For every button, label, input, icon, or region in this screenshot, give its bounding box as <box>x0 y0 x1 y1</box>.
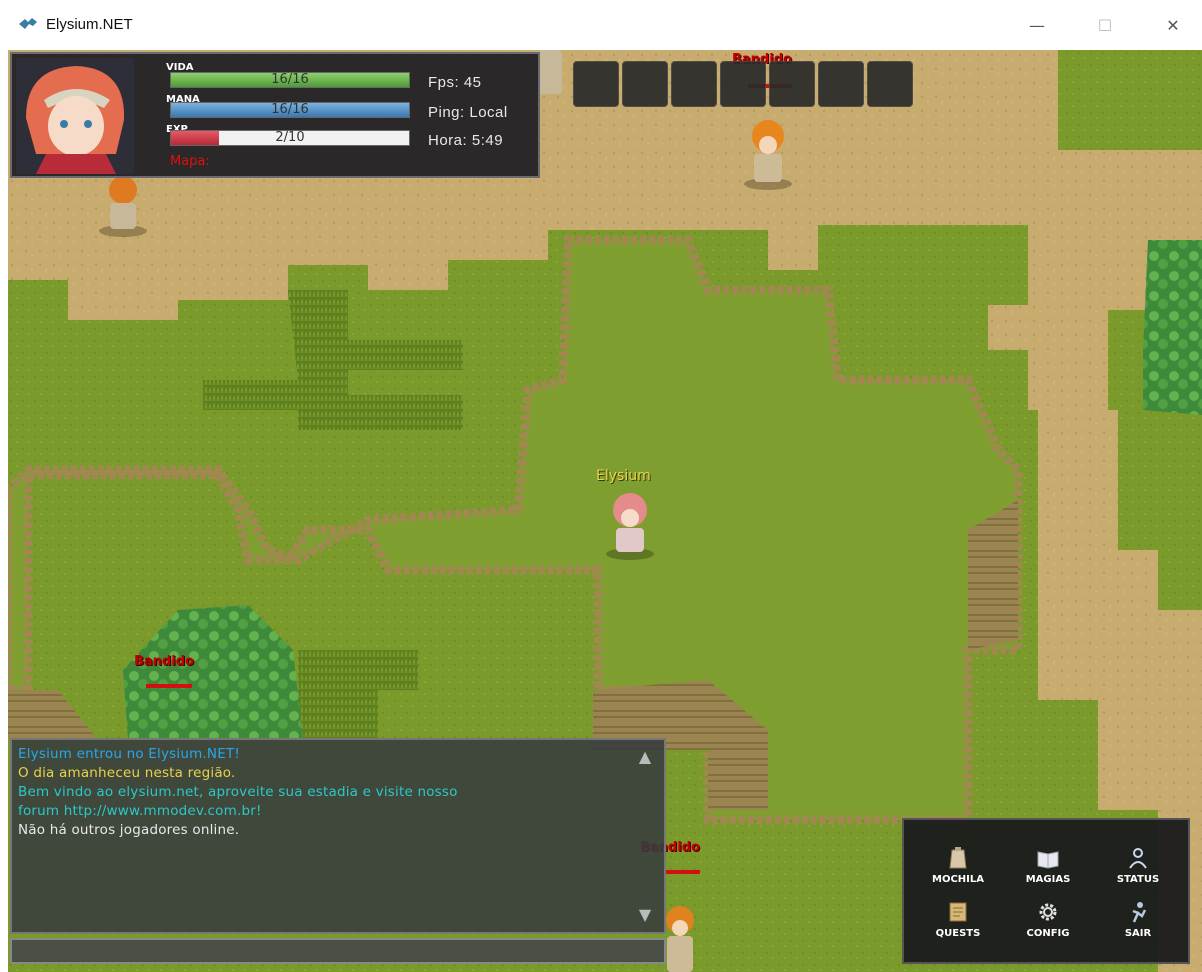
npc-name-label: Bandido <box>134 654 194 669</box>
menu-magias-label: MAGIAS <box>1025 874 1071 885</box>
game-menu: MOCHILA MAGIAS STATUS QUESTS CONFIG SAIR <box>902 818 1190 964</box>
menu-config-button[interactable]: CONFIG <box>1008 898 1088 948</box>
status-icon <box>1129 848 1147 869</box>
mana-value: 16/16 <box>271 102 309 117</box>
menu-sair-button[interactable]: SAIR <box>1098 898 1178 948</box>
hotbar-slot[interactable] <box>867 61 913 107</box>
window-title: Elysium.NET <box>46 16 133 33</box>
game-logo-icon <box>19 18 37 29</box>
window-titlebar: Elysium.NET — ☐ ✕ <box>0 0 1202 50</box>
game-viewport[interactable]: Elysium Bandido Bandido Bandido VIDA 16/… <box>8 50 1202 972</box>
hotbar-slot[interactable] <box>671 61 717 107</box>
menu-config-label: CONFIG <box>1026 928 1070 939</box>
time-readout: Hora: 5:49 <box>428 132 504 149</box>
hotbar-slot[interactable] <box>622 61 668 107</box>
exp-bar: 2/10 <box>170 130 410 146</box>
menu-status-label: STATUS <box>1116 874 1160 885</box>
menu-mochila-button[interactable]: MOCHILA <box>918 844 998 894</box>
hotbar-slot[interactable] <box>573 61 619 107</box>
chat-message: Elysium entrou no Elysium.NET! <box>18 746 241 762</box>
exit-icon <box>1132 902 1147 923</box>
menu-sair-label: SAIR <box>1124 928 1152 939</box>
hotbar-slot[interactable] <box>818 61 864 107</box>
player-portrait <box>16 58 134 174</box>
menu-status-button[interactable]: STATUS <box>1098 844 1178 894</box>
maximize-button[interactable]: ☐ <box>1082 12 1128 40</box>
menu-quests-label: QUESTS <box>935 928 981 939</box>
chat-scroll-down-icon[interactable]: ▼ <box>634 904 656 926</box>
map-label: Mapa: <box>170 154 210 169</box>
npc-bandit-bottom[interactable] <box>666 906 694 972</box>
npc-hp-bar <box>146 684 192 688</box>
chat-log[interactable]: Elysium entrou no Elysium.NET! O dia aman… <box>10 738 666 934</box>
scroll-icon <box>949 902 967 922</box>
hotbar-slot[interactable] <box>769 61 815 107</box>
chat-message: Não há outros jogadores online. <box>18 822 240 838</box>
chat-message: Bem vindo ao elysium.net, aproveite sua … <box>18 784 458 800</box>
chat-message: O dia amanheceu nesta região. <box>18 765 236 781</box>
vida-bar: 16/16 <box>170 72 410 88</box>
player-status-panel: VIDA 16/16 MANA 16/16 EXP 2/10 Mapa: Fps… <box>10 52 540 178</box>
vida-value: 16/16 <box>271 72 309 87</box>
minimize-button[interactable]: — <box>1014 12 1060 40</box>
npc-hp-bar <box>666 870 700 874</box>
menu-quests-button[interactable]: QUESTS <box>918 898 998 948</box>
player-name-label: Elysium <box>596 468 651 484</box>
mana-bar: 16/16 <box>170 102 410 118</box>
hotbar-slot[interactable] <box>720 61 766 107</box>
menu-magias-button[interactable]: MAGIAS <box>1008 844 1088 894</box>
npc-bandit-edge[interactable] <box>538 50 562 94</box>
close-button[interactable]: ✕ <box>1150 12 1196 40</box>
gear-icon <box>1039 903 1057 921</box>
exp-value: 2/10 <box>275 130 305 145</box>
backpack-icon <box>949 847 967 869</box>
menu-mochila-label: MOCHILA <box>932 874 984 885</box>
spellbook-icon <box>1037 851 1059 869</box>
chat-input[interactable] <box>10 938 666 964</box>
ping-readout: Ping: Local <box>428 104 508 121</box>
chat-message: forum http://www.mmodev.com.br! <box>18 803 262 819</box>
chat-scroll-up-icon[interactable]: ▲ <box>634 746 656 768</box>
fps-readout: Fps: 45 <box>428 74 482 91</box>
